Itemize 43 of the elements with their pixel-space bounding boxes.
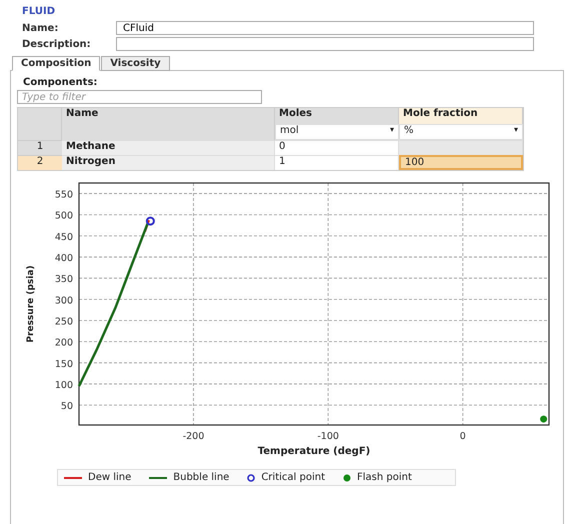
legend-label: Flash point [357, 472, 412, 483]
field-label: Description: [22, 38, 92, 50]
unit-dropdown[interactable]: mol ▾ [275, 124, 399, 140]
column-header[interactable]: Mole fraction [399, 108, 523, 124]
y-axis-title: Pressure (psia) [26, 265, 36, 343]
flash-point-marker [540, 416, 548, 423]
column-header[interactable]: Name [62, 108, 275, 140]
y-tick-label: 450 [54, 232, 73, 243]
field-label: Name: [22, 22, 60, 34]
components-label: Components: [23, 77, 98, 88]
x-tick-label: -100 [317, 431, 339, 442]
filter-field[interactable]: Type to filter [17, 90, 262, 104]
x-tick-label: -200 [182, 431, 204, 442]
legend-label: Bubble line [173, 472, 230, 483]
table-cell: Methane [62, 140, 275, 155]
table-cell: Nitrogen [62, 155, 275, 170]
y-tick-label: 400 [54, 253, 73, 264]
y-tick-label: 300 [54, 295, 73, 306]
row-header[interactable]: 1 [18, 140, 62, 155]
legend-label: Dew line [88, 472, 132, 483]
table-cell: 1 [275, 155, 399, 170]
tab[interactable]: Viscosity [101, 56, 170, 71]
input-field[interactable]: CFluid [116, 21, 534, 35]
y-tick-label: 250 [54, 316, 73, 328]
section-title: FLUID [22, 6, 56, 19]
y-tick-label: 150 [54, 358, 73, 370]
x-tick-label: 0 [460, 431, 466, 442]
y-tick-label: 350 [54, 274, 73, 286]
table-cell: 100 [399, 155, 523, 170]
critical-point-marker [146, 216, 155, 226]
y-tick-label: 50 [60, 401, 73, 412]
table-cell: 0 [275, 140, 399, 155]
input-field[interactable] [116, 37, 534, 51]
column-header[interactable]: Moles [275, 108, 399, 124]
y-tick-label: 550 [54, 190, 73, 201]
unit-dropdown[interactable]: % ▾ [399, 124, 523, 140]
tab[interactable]: Composition [12, 56, 100, 71]
row-header[interactable]: 2 [18, 155, 62, 170]
legend-label: Critical point [261, 472, 325, 483]
y-tick-label: 200 [54, 338, 73, 349]
y-tick-label: 100 [54, 380, 73, 391]
x-axis-title: Temperature (degF) [258, 446, 370, 457]
y-tick-label: 500 [54, 210, 73, 222]
